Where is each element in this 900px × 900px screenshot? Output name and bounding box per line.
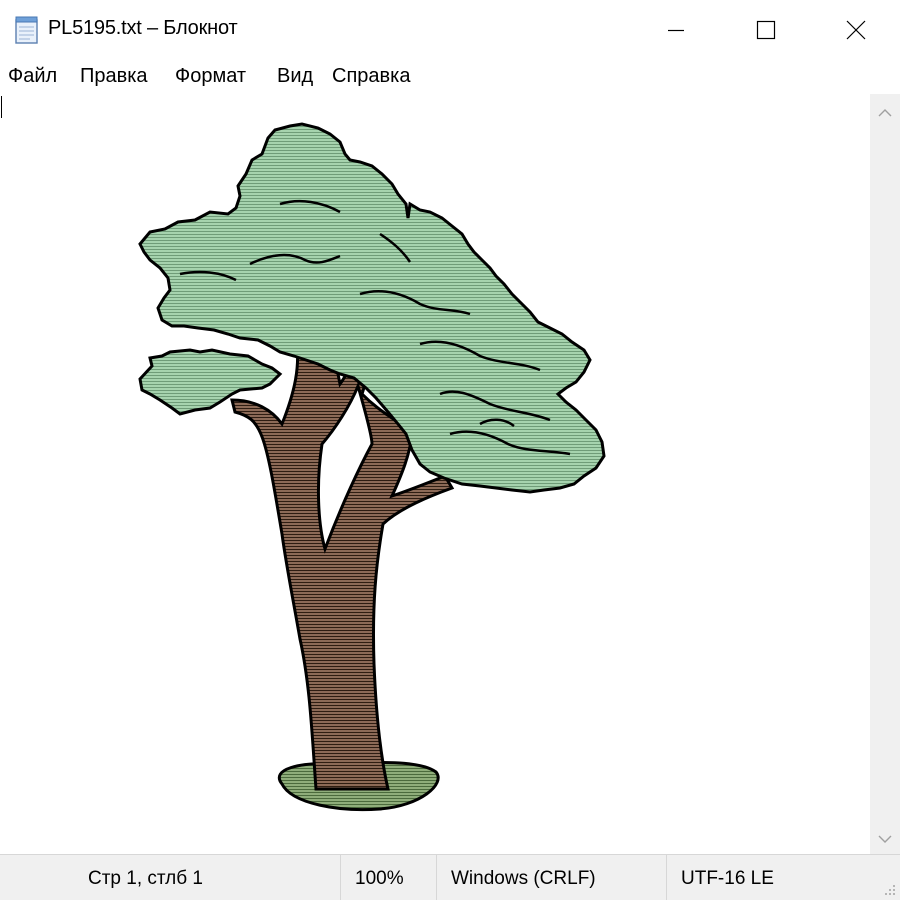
menu-view[interactable]: Вид xyxy=(277,65,313,88)
status-zoom: 100% xyxy=(355,868,404,889)
status-position-segment: Стр 1, стлб 1 xyxy=(70,855,340,900)
title-bar[interactable]: PL5195.txt – Блокнот xyxy=(0,0,900,60)
menu-help[interactable]: Справка xyxy=(332,65,410,88)
text-editor[interactable] xyxy=(0,94,870,854)
minimize-button[interactable] xyxy=(630,0,722,60)
resize-grip-icon[interactable] xyxy=(882,882,896,896)
minimize-icon xyxy=(668,29,684,32)
status-line-endings: Windows (CRLF) xyxy=(451,868,596,889)
scroll-up-icon[interactable] xyxy=(878,108,892,118)
menu-edit[interactable]: Правка xyxy=(80,65,148,88)
text-caret xyxy=(1,96,2,118)
notepad-icon xyxy=(15,16,38,44)
status-position: Стр 1, стлб 1 xyxy=(88,868,203,889)
close-button[interactable] xyxy=(810,0,900,60)
menu-format[interactable]: Формат xyxy=(175,65,246,88)
ascii-tree-art xyxy=(138,122,606,812)
vertical-scrollbar[interactable] xyxy=(870,94,900,854)
close-icon xyxy=(846,20,866,40)
menu-file[interactable]: Файл xyxy=(8,65,57,88)
status-line-endings-segment: Windows (CRLF) xyxy=(436,855,666,900)
status-encoding: UTF-16 LE xyxy=(681,868,774,889)
window-title: PL5195.txt – Блокнот xyxy=(48,17,238,39)
scroll-down-icon[interactable] xyxy=(878,834,892,844)
status-zoom-segment: 100% xyxy=(340,855,436,900)
status-encoding-segment: UTF-16 LE xyxy=(666,855,900,900)
maximize-button[interactable] xyxy=(720,0,812,60)
status-bar: Стр 1, стлб 1 100% Windows (CRLF) UTF-16… xyxy=(0,854,900,900)
menu-bar: Файл Правка Формат Вид Справка xyxy=(0,60,900,94)
maximize-icon xyxy=(756,20,776,40)
